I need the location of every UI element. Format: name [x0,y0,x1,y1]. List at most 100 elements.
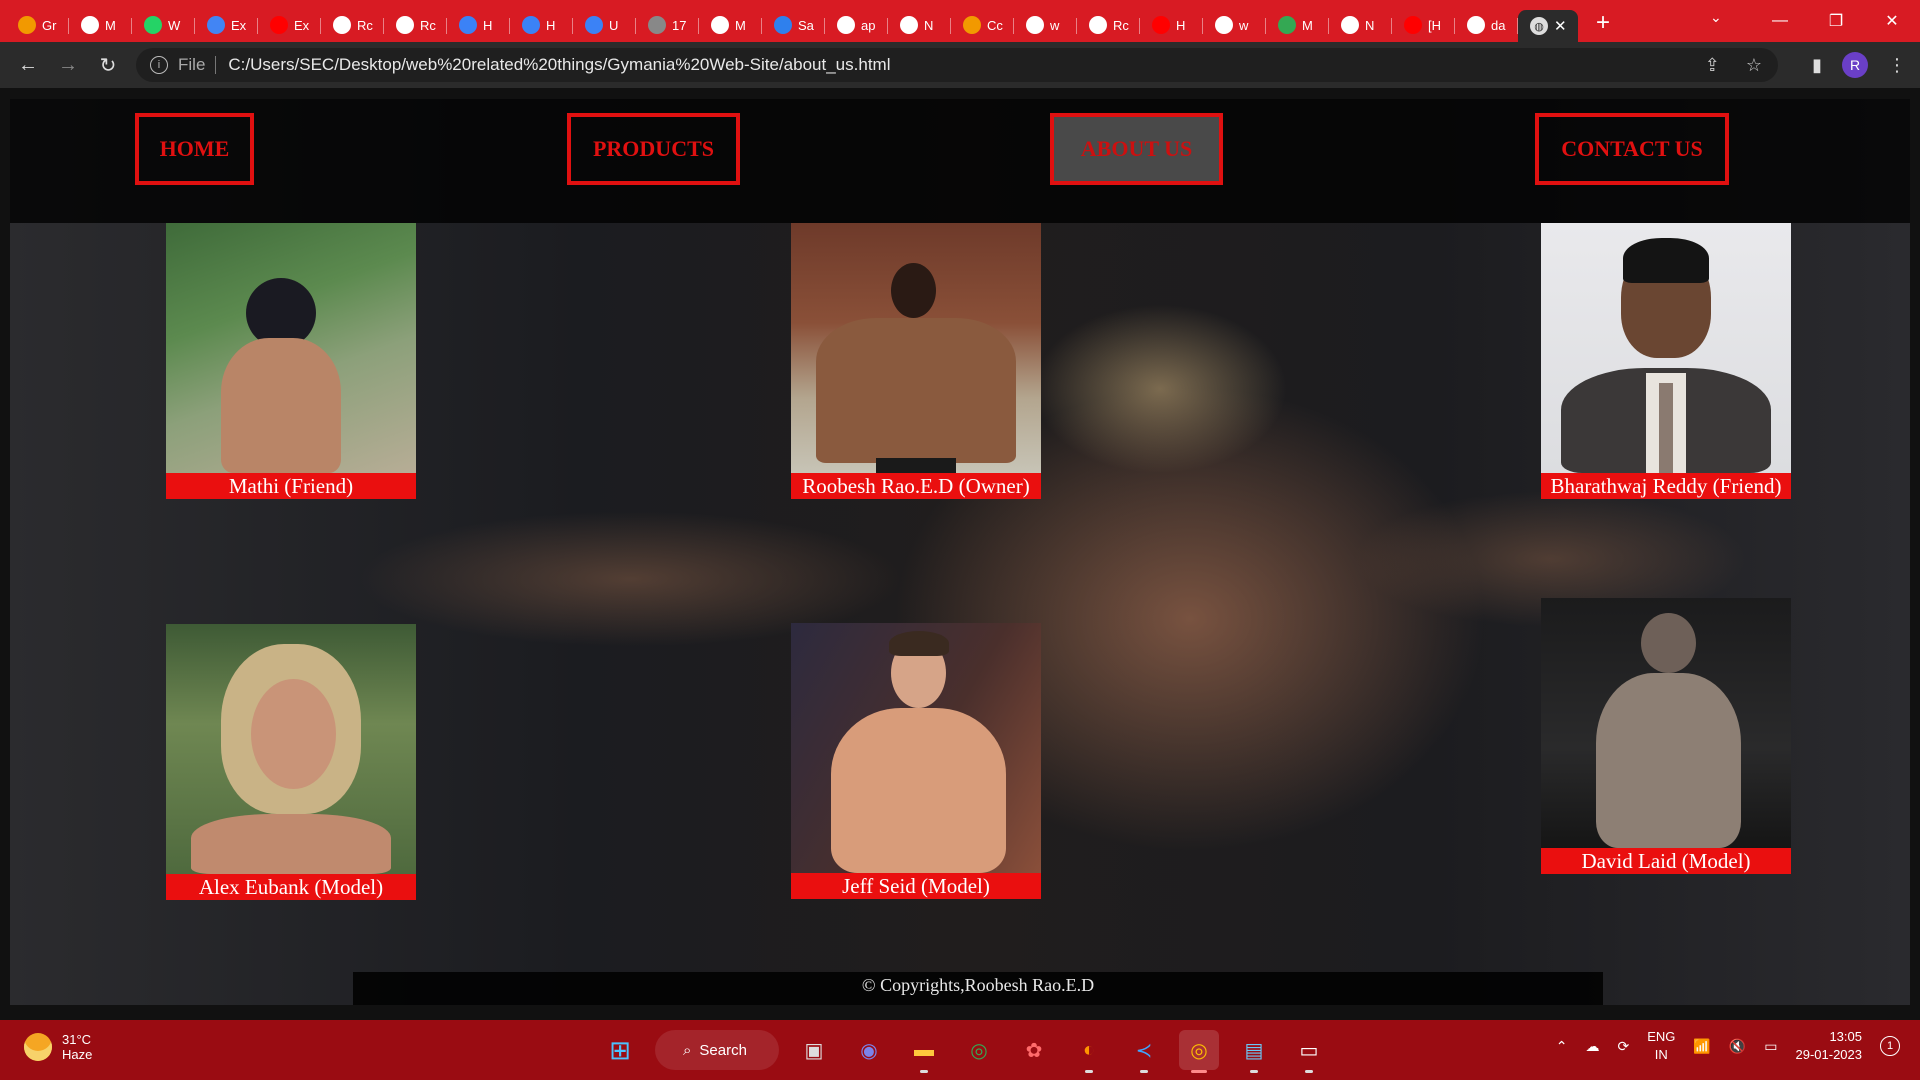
browser-tab[interactable]: Gr [6,9,69,41]
browser-tab[interactable]: N [888,9,951,41]
minimize-button[interactable]: — [1752,12,1808,30]
nav-home-link[interactable]: HOME [135,113,254,185]
google-icon [1215,16,1233,34]
opera-icon [900,16,918,34]
browser-tab[interactable]: da [1455,9,1518,41]
restore-button[interactable]: ❐ [1808,11,1864,31]
terminal-icon[interactable]: ▭ [1289,1030,1329,1073]
photo-alex [166,624,416,874]
task-view-icon[interactable]: ▣ [794,1030,834,1070]
tab-search-icon[interactable]: ⌄ [1710,9,1722,26]
caption-mathi: Mathi (Friend) [166,473,416,499]
url-text[interactable]: C:/Users/SEC/Desktop/web%20related%20thi… [228,55,890,75]
nav-contact-link[interactable]: CONTACT US [1535,113,1729,185]
profile-avatar[interactable]: R [1842,52,1868,78]
share-icon[interactable]: ⇪ [1705,55,1720,76]
nav-about-link[interactable]: ABOUT US [1050,113,1223,185]
side-panel-icon[interactable]: ▮ [1812,55,1822,76]
system-tray: ⌃ ☁ ⟳ ENG IN 📶 🔇 ▭ 13:05 29-01-2023 1 [1556,1028,1900,1064]
nav-products-link[interactable]: PRODUCTS [567,113,740,185]
browser-tab[interactable]: [H [1392,9,1455,41]
browser-tab[interactable]: Rc [1077,9,1140,41]
youtube-icon [1404,16,1422,34]
browser-tab[interactable]: Cc [951,9,1014,41]
profile-card-alex: Alex Eubank (Model) [166,624,416,900]
browser-tab-label: da [1491,17,1506,33]
browser-tab-label: Rc [1113,17,1129,33]
browser-tab[interactable]: H [447,9,510,41]
active-browser-tab[interactable]: ◍ ✕ [1518,10,1578,42]
notion-icon [711,16,729,34]
weather-widget[interactable]: 31°C Haze [24,1032,92,1062]
taskbar-search[interactable]: ⌕ Search [655,1030,779,1070]
browser-tab[interactable]: U [573,9,636,41]
browser-tab[interactable]: H [510,9,573,41]
profile-card-mathi: Mathi (Friend) [166,223,416,499]
browser-tab-label: ap [861,17,876,33]
google-icon [1026,16,1044,34]
browser-tab[interactable]: M [1266,9,1329,41]
wifi-icon[interactable]: 📶 [1693,1038,1710,1055]
browser-tab[interactable]: w [1203,9,1266,41]
photos-icon[interactable]: ✿ [1014,1030,1054,1070]
close-window-button[interactable]: ✕ [1864,11,1920,31]
reload-button[interactable]: ↻ [88,53,128,78]
browser-tab-label: N [1365,17,1375,33]
battery-icon[interactable]: ▭ [1764,1038,1777,1055]
caption-bharathwaj: Bharathwaj Reddy (Friend) [1541,473,1791,499]
github-icon [1089,16,1107,34]
photo-bharathwaj [1541,223,1791,473]
browser-tab-label: w [1239,17,1249,33]
browser-tab-label: Ex [231,17,247,33]
new-tab-button[interactable]: + [1596,9,1610,37]
browser-tab[interactable]: N [1329,9,1392,41]
teams-chat-icon[interactable]: ◉ [849,1030,889,1070]
file-explorer-icon[interactable]: ▬ [904,1030,944,1073]
onedrive-cloud-icon[interactable]: ☁ [1585,1038,1599,1055]
browser-tab[interactable]: ap [825,9,888,41]
browser-tab-label: Sa [798,17,814,33]
browser-tab[interactable]: M [699,9,762,41]
vscode-icon[interactable]: ≺ [1124,1030,1164,1073]
back-button[interactable]: ← [8,54,48,77]
browser-tab[interactable]: Sa [762,9,825,41]
profile-card-jeff: Jeff Seid (Model) [791,623,1041,899]
volume-muted-icon[interactable]: 🔇 [1729,1038,1746,1055]
chrome-icon[interactable]: ◎ [959,1030,999,1070]
c-icon [459,16,477,34]
google-icon [837,16,855,34]
clock[interactable]: 13:05 29-01-2023 [1796,1028,1863,1064]
bookmark-star-icon[interactable]: ☆ [1746,55,1762,76]
sync-icon[interactable]: ⟳ [1617,1038,1629,1055]
notification-badge[interactable]: 1 [1880,1036,1900,1056]
language-indicator[interactable]: ENG IN [1647,1028,1675,1064]
chrome-profile-icon[interactable]: ◎ [1179,1030,1219,1073]
site-nav: HOME PRODUCTS ABOUT US CONTACT US [10,99,1910,223]
browser-tab[interactable]: w [1014,9,1077,41]
browser-tab[interactable]: M [69,9,132,41]
browser-tab[interactable]: W [132,9,195,41]
browser-tab[interactable]: 17 [636,9,699,41]
menu-kebab-icon[interactable]: ⋮ [1888,55,1906,76]
windows-start-icon[interactable]: ⊞ [600,1030,640,1070]
close-tab-icon[interactable]: ✕ [1554,17,1567,35]
browser-tab[interactable]: Rc [321,9,384,41]
caption-roobesh: Roobesh Rao.E.D (Owner) [791,473,1041,499]
photo-jeff [791,623,1041,873]
site-info-icon[interactable]: i [150,56,168,74]
browser-tab[interactable]: Ex [195,9,258,41]
browser-tab-label: w [1050,17,1060,33]
ai-icon [963,16,981,34]
tray-overflow-chevron-icon[interactable]: ⌃ [1556,1038,1568,1055]
firefox-icon[interactable]: ◐ [1069,1030,1109,1073]
browser-tab[interactable]: H [1140,9,1203,41]
page-viewport: HOME PRODUCTS ABOUT US CONTACT US Mathi … [10,99,1910,1005]
browser-toolbar: ← → ↻ i File C:/Users/SEC/Desktop/web%20… [0,42,1920,88]
weather-condition: Haze [62,1047,93,1062]
google-icon [1467,16,1485,34]
browser-tab[interactable]: Rc [384,9,447,41]
browser-tab[interactable]: Ex [258,9,321,41]
forward-button[interactable]: → [48,54,88,77]
notepad-icon[interactable]: ▤ [1234,1030,1274,1073]
address-bar[interactable]: i File C:/Users/SEC/Desktop/web%20relate… [136,48,1778,82]
